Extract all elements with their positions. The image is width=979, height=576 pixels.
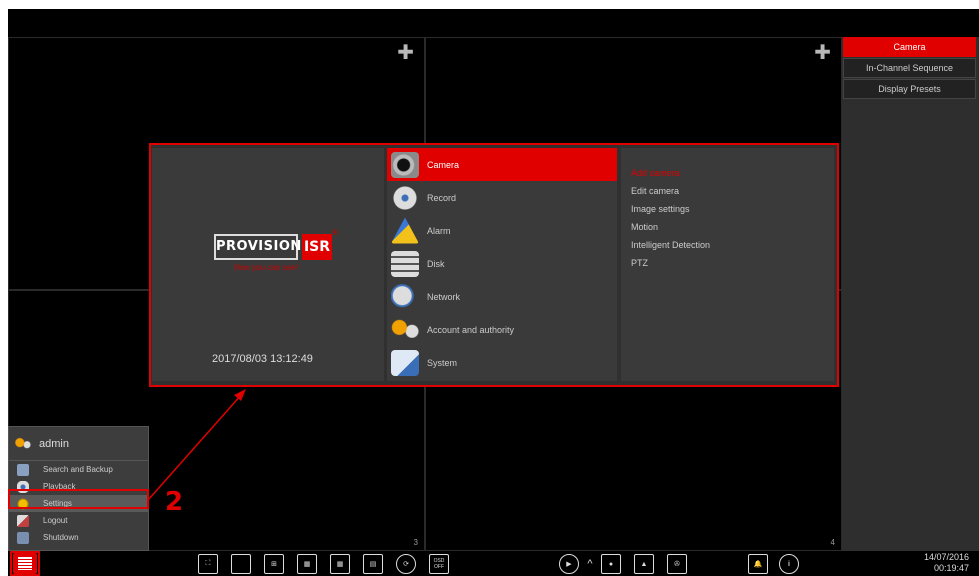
osd-toggle-icon[interactable]: OSD OFF <box>429 554 449 574</box>
search-backup-icon <box>17 463 29 476</box>
logout-icon <box>17 514 29 527</box>
single-view-icon[interactable] <box>231 554 251 574</box>
quad-view-icon[interactable]: ⊞ <box>264 554 284 574</box>
nvr-screen: ✚ ✚ 3 4 Camera In-Channel Sequence Displ… <box>8 9 979 576</box>
plus-icon[interactable]: ✚ <box>814 40 831 65</box>
clock-date: 14/07/2016 <box>923 552 969 562</box>
chevron-up-icon[interactable]: ^ <box>584 554 596 574</box>
snapshot-icon[interactable]: ▲ <box>634 554 654 574</box>
user-header: admin <box>9 427 148 461</box>
start-item-search-backup[interactable]: Search and Backup <box>9 461 148 478</box>
clock-time: 00:19:47 <box>933 563 969 573</box>
sequence-icon[interactable]: ⟳ <box>396 554 416 574</box>
annotation-start-button-box <box>10 551 40 576</box>
panel-camera-button[interactable]: Camera <box>843 37 976 57</box>
annotation-settings-box <box>8 489 149 509</box>
shutdown-icon <box>17 531 29 544</box>
start-item-label: Search and Backup <box>43 465 113 474</box>
panel-display-presets-button[interactable]: Display Presets <box>843 79 976 99</box>
panel-in-channel-sequence-button[interactable]: In-Channel Sequence <box>843 58 976 78</box>
clock: 14/07/2016 00:19:47 <box>924 552 969 574</box>
annotation-dialog-box <box>149 143 839 387</box>
custom-view-icon[interactable]: ▤ <box>363 554 383 574</box>
username: admin <box>39 437 69 450</box>
alarm-bell-icon[interactable]: 🔔 <box>748 554 768 574</box>
start-item-label: Logout <box>43 516 68 525</box>
info-icon[interactable]: i <box>779 554 799 574</box>
start-item-logout[interactable]: Logout <box>9 512 148 529</box>
play-icon[interactable]: ▶ <box>559 554 579 574</box>
plus-icon[interactable]: ✚ <box>397 40 414 65</box>
sixteen-view-icon[interactable]: ▦ <box>330 554 350 574</box>
nine-view-icon[interactable]: ▦ <box>297 554 317 574</box>
channel-number: 3 <box>413 538 418 547</box>
annotation-step-number: 2 <box>165 487 184 517</box>
start-item-label: Shutdown <box>43 533 79 542</box>
taskbar: ⛶ ⊞ ▦ ▦ ▤ ⟳ OSD OFF ▶ ^ ● ▲ ✇ 🔔 i 14/07/… <box>8 551 979 576</box>
fullscreen-icon[interactable]: ⛶ <box>198 554 218 574</box>
right-panel: Camera In-Channel Sequence Display Prese… <box>842 37 979 551</box>
top-bar <box>8 9 979 37</box>
user-icon <box>15 436 31 451</box>
start-item-shutdown[interactable]: Shutdown <box>9 529 148 546</box>
channel-number: 4 <box>830 538 835 547</box>
record-icon[interactable]: ● <box>601 554 621 574</box>
playback-reel-icon[interactable]: ✇ <box>667 554 687 574</box>
